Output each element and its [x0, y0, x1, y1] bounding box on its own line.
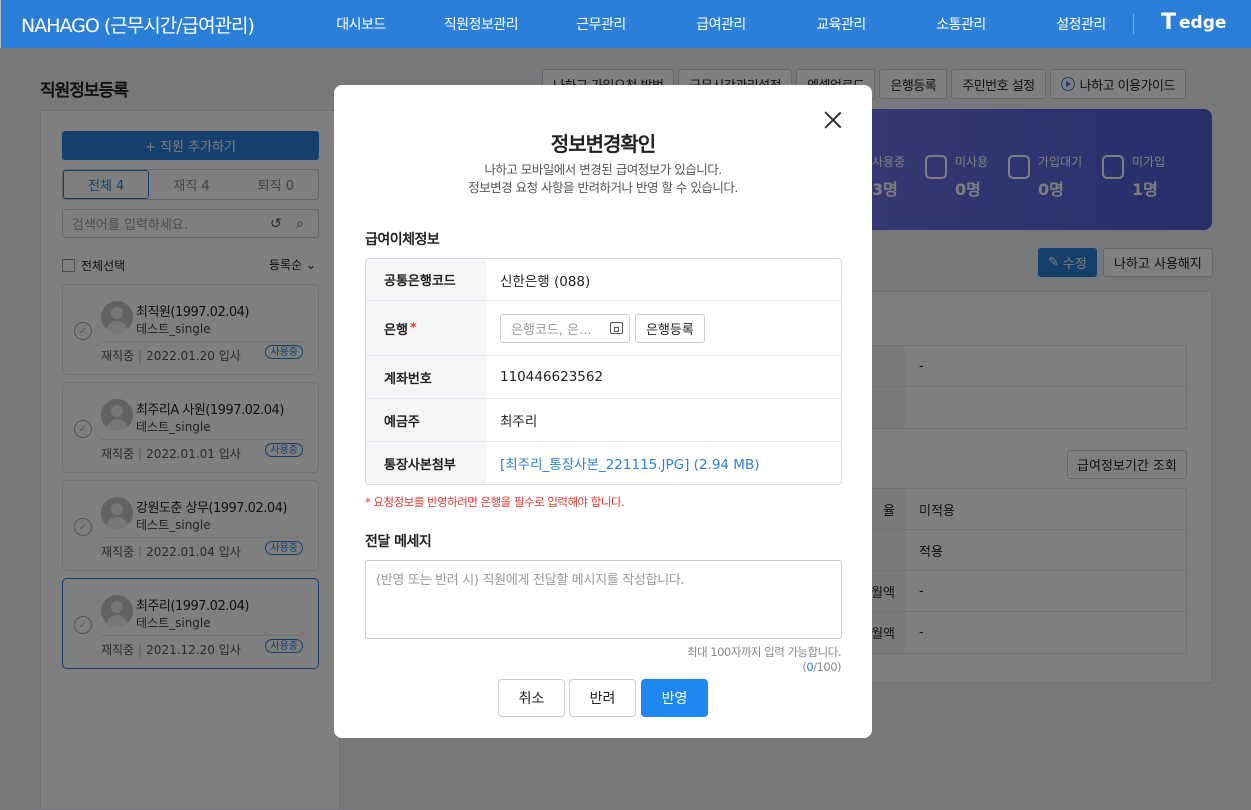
nav-employee-info[interactable]: 직원정보관리 — [421, 14, 541, 34]
nav-divider — [1133, 14, 1134, 34]
modal-title: 정보변경확인 — [550, 132, 656, 156]
field-label: 계좌번호 — [366, 356, 486, 398]
holder-value: 최주리 — [500, 414, 538, 430]
row-account: 계좌번호 110446623562 — [366, 356, 841, 399]
row-holder: 예금주 최주리 — [366, 399, 841, 442]
edge-logo[interactable]: T edge — [1161, 10, 1226, 35]
nav-attendance[interactable]: 근무관리 — [541, 14, 661, 34]
nav-settings[interactable]: 설정관리 — [1021, 14, 1141, 34]
row-attachment: 통장사본첨부 [최주리_통장사본_221115.JPG] (2.94 MB) — [366, 442, 841, 484]
logo-text: edge — [1179, 12, 1227, 33]
field-label: 통장사본첨부 — [366, 442, 486, 484]
attachment-field: [최주리_통장사본_221115.JPG] (2.94 MB) — [486, 442, 841, 484]
section-transfer-title: 급여이체정보 — [365, 232, 440, 248]
logo-mark: T — [1161, 10, 1177, 35]
modal-subtitle-line2: 정보변경 요청 사항을 반려하거나 반영 할 수 있습니다. — [468, 180, 738, 195]
field-label: 공통은행코드 — [366, 259, 486, 300]
info-change-modal: 정보변경확인 나하고 모바일에서 변경된 급여정보가 있습니다. 정보변경 요청… — [334, 85, 872, 738]
calendar-icon[interactable] — [610, 321, 623, 334]
bank-code-input[interactable]: 은행코드, 은... — [500, 313, 630, 343]
attachment-link[interactable]: [최주리_통장사본_221115.JPG] (2.94 MB) — [500, 453, 759, 473]
bank-register-button[interactable]: 은행등록 — [635, 313, 705, 343]
apply-button[interactable]: 반영 — [641, 679, 708, 717]
field-label: 예금주 — [366, 399, 486, 441]
bank-code-value: 신한은행 (088) — [500, 273, 591, 290]
counter-suffix: /100) — [813, 660, 841, 674]
main-nav: 대시보드 직원정보관리 근무관리 급여관리 교육관리 소통관리 설정관리 — [301, 0, 1141, 48]
bank-input-placeholder: 은행코드, 은... — [511, 322, 592, 338]
modal-subtitle-line1: 나하고 모바일에서 변경된 급여정보가 있습니다. — [484, 162, 722, 177]
cancel-button[interactable]: 취소 — [498, 679, 565, 717]
nav-payroll[interactable]: 급여관리 — [661, 14, 781, 34]
row-bank-code: 공통은행코드 신한은행 (088) — [366, 259, 841, 301]
app-brand[interactable]: NAHAGO (근무시간/급여관리) — [21, 11, 321, 38]
row-bank: 은행 * 은행코드, 은... 은행등록 — [366, 301, 841, 356]
required-warning: * 요청정보를 반영하려면 은행을 필수로 입력해야 합니다. — [365, 495, 625, 509]
field-label-bank: 은행 * — [366, 301, 486, 355]
char-counter: 최대 100자까지 입력 가능합니다. (0/100) — [646, 644, 842, 674]
section-message-title: 전달 메세지 — [365, 534, 432, 550]
nav-dashboard[interactable]: 대시보드 — [301, 14, 421, 34]
message-textarea[interactable]: (반영 또는 반려 시) 직원에게 전달할 메시지를 작성합니다. — [365, 560, 842, 639]
reject-button[interactable]: 반려 — [569, 679, 636, 717]
message-placeholder: (반영 또는 반려 시) 직원에게 전달할 메시지를 작성합니다. — [376, 573, 685, 588]
close-icon[interactable] — [824, 111, 842, 129]
required-mark: * — [409, 320, 417, 336]
nav-education[interactable]: 교육관리 — [781, 14, 901, 34]
field-label: 은행 — [384, 322, 408, 338]
top-header: NAHAGO (근무시간/급여관리) 대시보드 직원정보관리 근무관리 급여관리… — [0, 0, 1251, 48]
transfer-info-table: 공통은행코드 신한은행 (088) 은행 * 은행코드, 은... 은행등록 계좌… — [365, 258, 842, 485]
bank-field: 은행코드, 은... 은행등록 — [486, 301, 841, 355]
modal-subtitle: 나하고 모바일에서 변경된 급여정보가 있습니다. 정보변경 요청 사항을 반려… — [334, 161, 872, 197]
account-value: 110446623562 — [500, 369, 604, 385]
nav-communication[interactable]: 소통관리 — [901, 14, 1021, 34]
